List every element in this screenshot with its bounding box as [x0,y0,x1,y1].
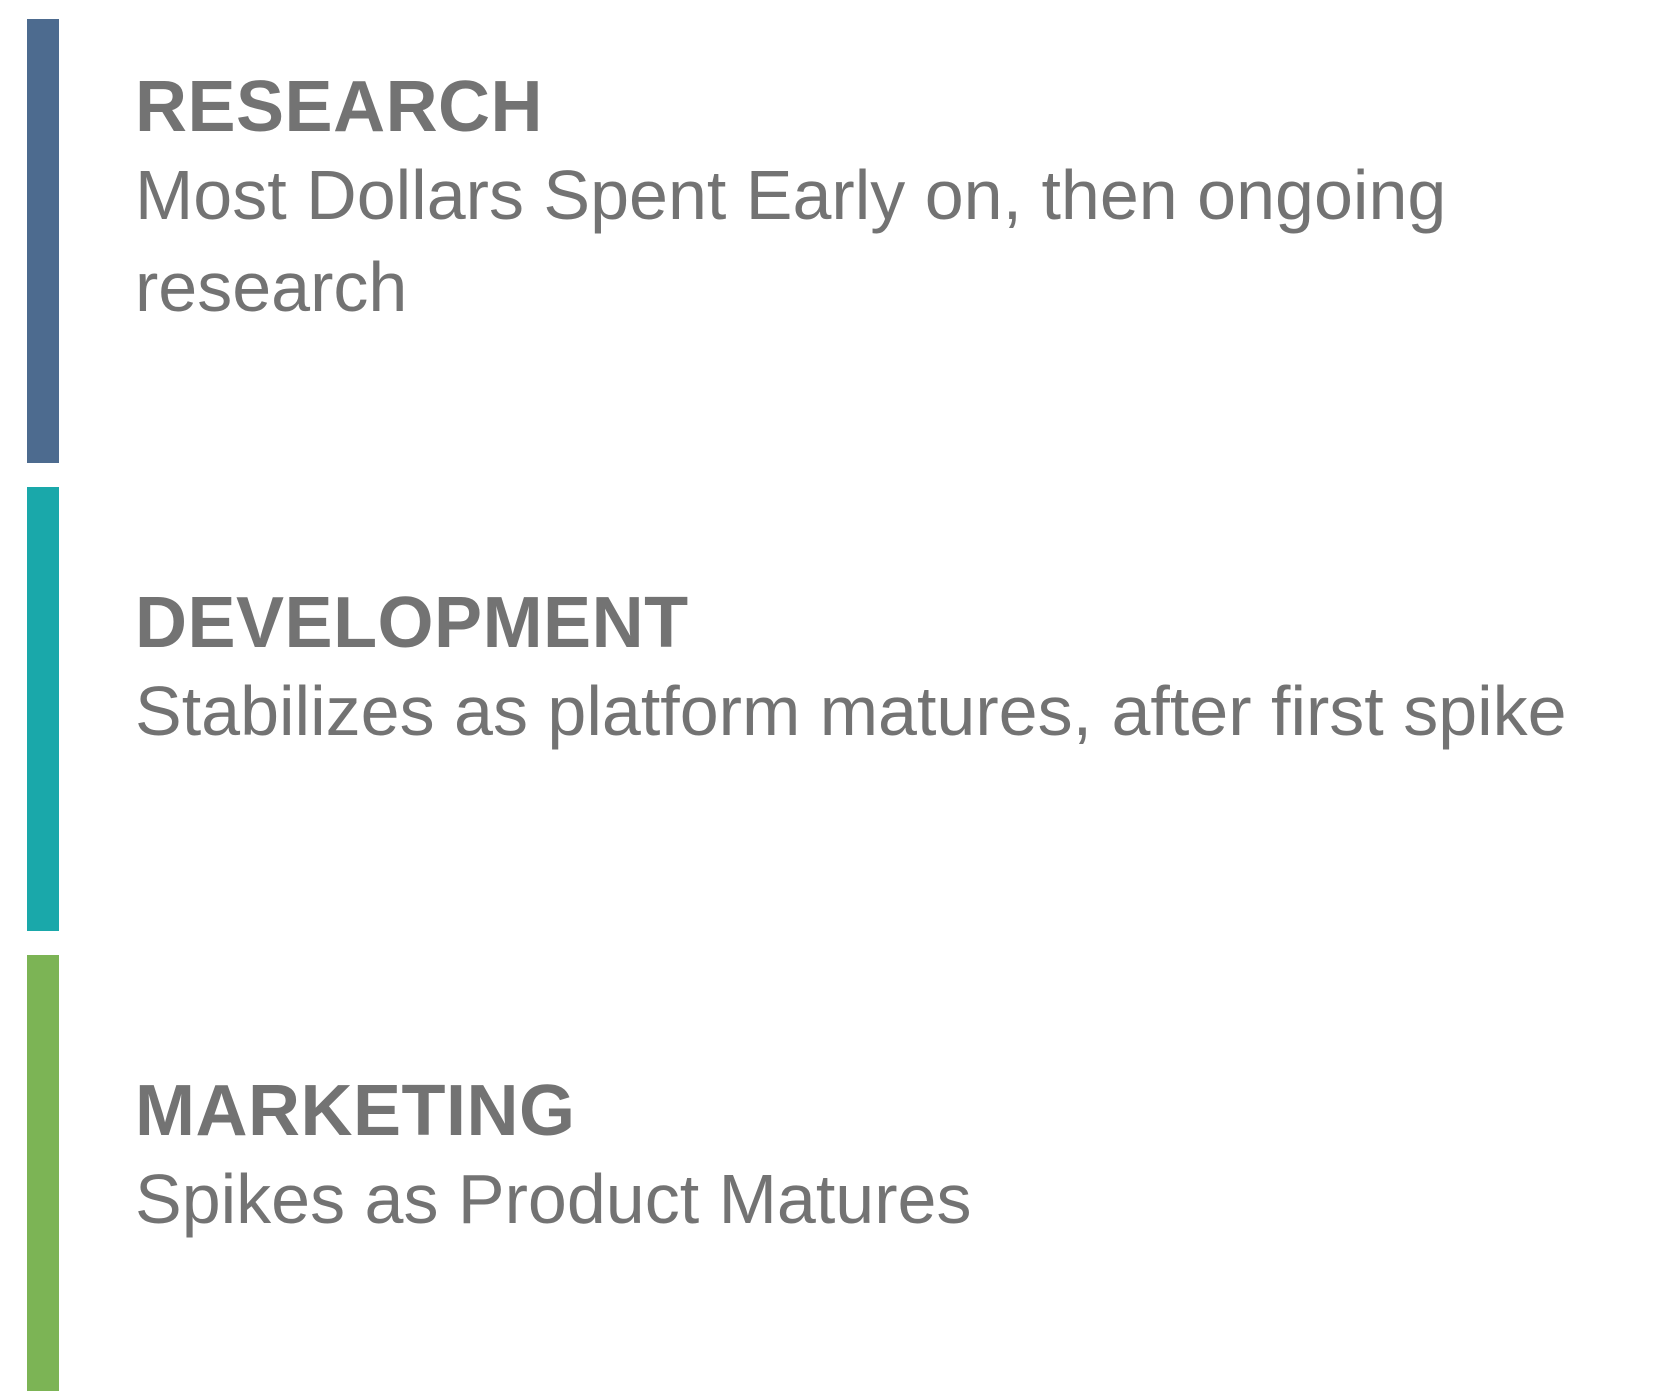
development-content: DEVELOPMENT Stabilizes as platform matur… [135,581,1669,757]
development-color-bar [27,487,59,931]
development-description: Stabilizes as platform matures, after fi… [135,672,1567,750]
marketing-heading: MARKETING [135,1071,576,1151]
page: { "sections": [ { "heading": "RESEARCH",… [0,0,1669,1391]
research-color-bar [27,19,59,463]
marketing-content: MARKETING Spikes as Product Matures [135,1069,1669,1245]
development-heading: DEVELOPMENT [135,583,689,663]
research-heading: RESEARCH [135,67,544,147]
marketing-description: Spikes as Product Matures [135,1160,972,1238]
section-marketing: MARKETING Spikes as Product Matures [0,955,1669,1391]
research-description: Most Dollars Spent Early on, then ongoin… [135,156,1447,326]
section-development: DEVELOPMENT Stabilizes as platform matur… [0,487,1669,931]
section-research: RESEARCH Most Dollars Spent Early on, th… [0,19,1669,463]
marketing-color-bar [27,955,59,1391]
research-content: RESEARCH Most Dollars Spent Early on, th… [135,65,1669,333]
